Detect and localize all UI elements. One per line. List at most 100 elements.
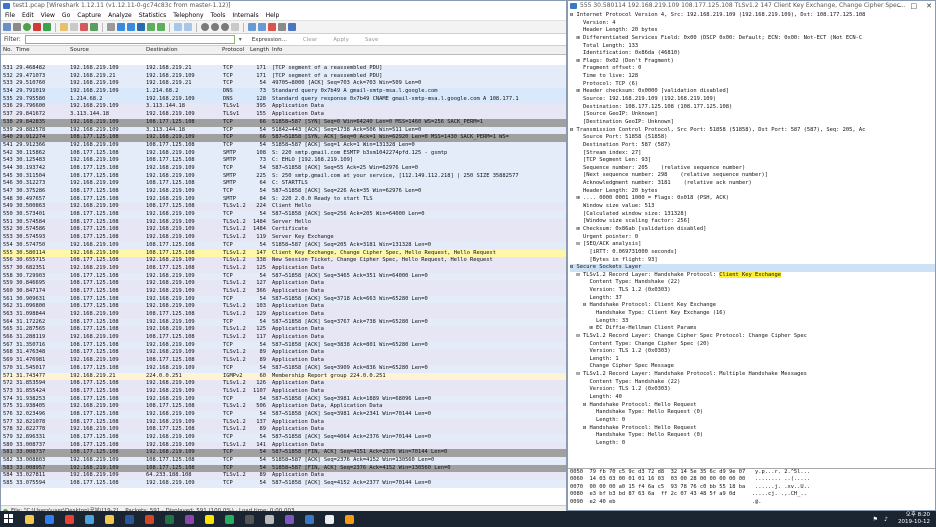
first-packet-icon[interactable] xyxy=(147,23,155,31)
detail-tree-line[interactable]: [Next sequence number: 298 (relative seq… xyxy=(570,172,935,180)
menu-item-statistics[interactable]: Statistics xyxy=(139,11,166,20)
detail-tree-line[interactable]: Header Length: 20 bytes xyxy=(570,27,935,35)
interfaces-icon[interactable] xyxy=(3,23,11,31)
stop-capture-icon[interactable] xyxy=(33,23,41,31)
preferences-icon[interactable] xyxy=(278,23,286,31)
packet-row[interactable]: 558 30.729903 108.177.125.108 192.168.219.1… xyxy=(1,272,566,281)
packet-row[interactable]: 532 29.471073 192.168.219.21 192.168.219.10… xyxy=(1,72,566,81)
detail-tree-line[interactable]: ⊞ .... 0000 0001 1000 = Flags: 0x018 (PS… xyxy=(570,195,935,203)
detail-tree-line[interactable]: [Destination GeoIP: Unknown] xyxy=(570,119,935,127)
packet-row[interactable]: 584 33.027811 192.168.219.109 64.233.188.10… xyxy=(1,472,566,481)
coloring-rules-icon[interactable] xyxy=(268,23,276,31)
detail-tree-line[interactable]: Destination: 108.177.125.108 (108.177.12… xyxy=(570,104,935,112)
packet-row[interactable]: 541 29.912366 192.168.219.109 108.177.125.1… xyxy=(1,141,566,150)
wireshark-icon[interactable] xyxy=(305,514,314,524)
edge-icon[interactable] xyxy=(45,514,54,524)
packet-row[interactable]: 555 30.580114 192.168.219.109 108.177.125.1… xyxy=(1,249,566,258)
detail-tree-line[interactable]: ⊟ TLSv1.2 Record Layer: Handshake Protoc… xyxy=(570,371,935,379)
display-filters-icon[interactable] xyxy=(258,23,266,31)
camera-icon[interactable] xyxy=(325,514,334,524)
detail-tree-line[interactable]: ⊞ Checksum: 0x86ab [validation disabled] xyxy=(570,226,935,234)
media-icon[interactable] xyxy=(185,514,194,524)
close-file-icon[interactable] xyxy=(80,23,88,31)
detail-tree-line[interactable]: Content Type: Change Cipher Spec (20) xyxy=(570,341,935,349)
detail-tree-line[interactable]: [Stream index: 27] xyxy=(570,150,935,158)
menu-item-capture[interactable]: Capture xyxy=(77,11,101,20)
detail-tree-line[interactable]: Identification: 0x86da (46810) xyxy=(570,50,935,58)
menu-item-edit[interactable]: Edit xyxy=(22,11,34,20)
go-to-packet-icon[interactable] xyxy=(137,23,145,31)
packet-row[interactable]: 556 30.655715 108.177.125.108 192.168.219.1… xyxy=(1,257,566,265)
packet-row[interactable]: 567 31.350716 108.177.125.108 192.168.219.1… xyxy=(1,341,566,350)
packet-row[interactable]: 583 33.008957 192.168.219.109 108.177.125.1… xyxy=(1,464,566,473)
detail-tree-line[interactable]: Protocol: TCP (6) xyxy=(570,81,935,89)
detail-tree-line[interactable]: Source: 192.168.219.109 (192.168.219.109… xyxy=(570,96,935,104)
packet-row[interactable]: 561 30.909631 108.177.125.108 192.168.219.1… xyxy=(1,295,566,304)
detail-tree-line[interactable]: ⊞ Differentiated Services Field: 0x00 (D… xyxy=(570,35,935,43)
powerpoint-icon[interactable] xyxy=(145,514,154,524)
packet-details-tree[interactable]: ⊟ Internet Protocol Version 4, Src: 192.… xyxy=(568,12,935,468)
col-info-header[interactable]: Info xyxy=(272,46,282,55)
autoscroll-icon[interactable] xyxy=(184,23,192,31)
packet-row[interactable]: 545 30.311504 108.177.125.108 192.168.219.1… xyxy=(1,172,566,181)
packet-row[interactable]: 534 29.791019 192.168.219.109 1.214.68.2 DNS… xyxy=(1,88,566,96)
detail-tree-line[interactable]: Handshake Type: Hello Request (0) xyxy=(570,409,935,417)
menu-item-file[interactable]: File xyxy=(5,11,15,20)
filter-dropdown-icon[interactable]: ▾ xyxy=(239,36,242,43)
detail-tree-line[interactable]: ⊟ Internet Protocol Version 4, Src: 192.… xyxy=(570,12,935,20)
detail-tree-line[interactable]: Destination Port: 587 (587) xyxy=(570,142,935,150)
menu-item-view[interactable]: View xyxy=(41,11,55,20)
packet-row[interactable]: 580 33.008737 108.177.125.108 192.168.219.1… xyxy=(1,441,566,450)
app-icon[interactable] xyxy=(265,514,274,524)
packet-row[interactable]: 536 29.796600 192.168.219.109 3.113.144.18 T… xyxy=(1,103,566,112)
menu-item-analyze[interactable]: Analyze xyxy=(108,11,132,20)
detail-tree-line[interactable]: ⊟ Transmission Control Protocol, Src Por… xyxy=(570,127,935,135)
apply-button[interactable]: Apply xyxy=(327,37,355,43)
packet-row[interactable]: 568 31.476348 108.177.125.108 192.168.219.1… xyxy=(1,349,566,358)
detail-tree-line[interactable]: ⊟ Secure Sockets Layer xyxy=(570,264,935,272)
detail-tree-line[interactable]: Total Length: 133 xyxy=(570,43,935,51)
packet-row[interactable]: 581 33.008737 108.177.125.108 192.168.219.1… xyxy=(1,449,566,458)
packet-row[interactable]: 552 30.574586 108.177.125.108 192.168.219.1… xyxy=(1,226,566,235)
minimize-icon[interactable]: – xyxy=(898,2,902,10)
help-icon[interactable] xyxy=(288,23,296,31)
packet-row[interactable]: 535 29.795580 1.214.68.2 192.168.219.109 DNS… xyxy=(1,95,566,104)
reload-icon[interactable] xyxy=(90,23,98,31)
save-file-icon[interactable] xyxy=(70,23,78,31)
detail-tree-line[interactable]: Window size value: 513 xyxy=(570,203,935,211)
detail-tree-line[interactable]: Length: 1 xyxy=(570,356,935,364)
restart-capture-icon[interactable] xyxy=(43,23,51,31)
packet-list[interactable]: 531 29.468482 192.168.219.109 192.168.219.2… xyxy=(1,65,566,507)
packet-row[interactable]: 544 30.193742 108.177.125.108 192.168.219.1… xyxy=(1,164,566,173)
packet-row[interactable]: 564 31.172262 108.177.125.108 192.168.219.1… xyxy=(1,318,566,327)
kakaotalk-icon[interactable] xyxy=(205,514,214,524)
detail-tree-line[interactable]: Time to live: 128 xyxy=(570,73,935,81)
packet-row[interactable]: 574 31.938253 108.177.125.108 192.168.219.1… xyxy=(1,395,566,404)
expression-button[interactable]: Expression... xyxy=(246,37,293,43)
zoom-in-icon[interactable] xyxy=(201,23,209,31)
packet-row[interactable]: 575 31.938405 192.168.219.109 108.177.125.1… xyxy=(1,403,566,411)
detail-tree-line[interactable]: [Window size scaling factor: 256] xyxy=(570,218,935,226)
visual-studio-icon[interactable] xyxy=(285,514,294,524)
detail-tree-line[interactable]: ⊟ [SEQ/ACK analysis] xyxy=(570,241,935,249)
packet-row[interactable]: 538 29.842835 192.168.219.109 108.177.125.1… xyxy=(1,118,566,127)
detail-tree-line[interactable]: Version: 4 xyxy=(570,20,935,28)
packet-row[interactable]: 571 31.743477 192.168.219.21 224.0.0.251 IGM… xyxy=(1,372,566,381)
detail-tree-line[interactable]: ⊟ TLSv1.2 Record Layer: Handshake Protoc… xyxy=(570,271,935,280)
save-filter-button[interactable]: Save xyxy=(359,37,385,43)
packet-row[interactable]: 563 31.098844 192.168.219.109 108.177.125.1… xyxy=(1,311,566,319)
col-source-header[interactable]: Source xyxy=(70,46,89,55)
packet-row[interactable]: 566 31.288119 192.168.219.109 108.177.125.1… xyxy=(1,334,566,342)
menu-item-telephony[interactable]: Telephony xyxy=(173,11,203,20)
notes-icon[interactable] xyxy=(345,514,354,524)
packet-row[interactable]: 542 30.115862 108.177.125.108 192.168.219.1… xyxy=(1,149,566,158)
go-forward-icon[interactable] xyxy=(127,23,135,31)
start-capture-icon[interactable] xyxy=(23,23,31,31)
packet-row[interactable]: 565 31.287565 108.177.125.108 192.168.219.1… xyxy=(1,326,566,335)
packet-row[interactable]: 559 30.846695 108.177.125.108 192.168.219.1… xyxy=(1,280,566,288)
capture-filters-icon[interactable] xyxy=(248,23,256,31)
excel-icon[interactable] xyxy=(165,514,174,524)
last-packet-icon[interactable] xyxy=(157,23,165,31)
chrome-icon[interactable] xyxy=(65,514,74,524)
ie-icon[interactable] xyxy=(85,514,94,524)
